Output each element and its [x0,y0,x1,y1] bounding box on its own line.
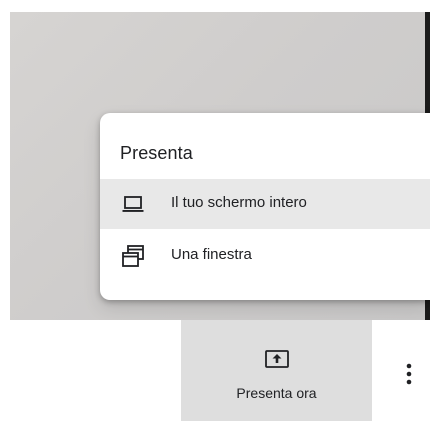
menu-item-label: Una finestra [171,246,252,263]
more-vert-icon[interactable] [396,356,422,392]
laptop-icon [122,196,144,212]
menu-title: Presenta [120,143,193,163]
present-menu: Presenta Il tuo schermo intero Una fines… [100,113,430,300]
menu-item-label: Il tuo schermo intero [171,194,307,211]
meeting-screen: Presenta Il tuo schermo intero Una fines… [0,0,430,421]
menu-item-entire-screen[interactable]: Il tuo schermo intero [100,179,430,229]
present-now-button[interactable]: Presenta ora [181,320,372,421]
menu-item-window[interactable]: Una finestra [100,231,430,281]
window-icon [122,245,144,267]
present-to-all-icon [265,350,289,368]
present-now-label: Presenta ora [236,385,317,401]
